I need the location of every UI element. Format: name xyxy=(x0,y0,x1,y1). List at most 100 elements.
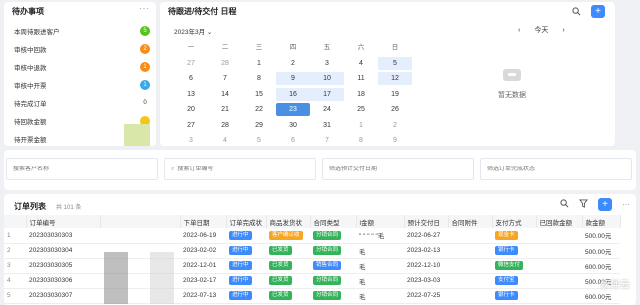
calendar-day[interactable]: 24 xyxy=(310,103,344,116)
calendar-day[interactable]: 5 xyxy=(242,134,276,147)
calendar-day[interactable]: 31 xyxy=(310,119,344,132)
calendar-day[interactable]: 29 xyxy=(242,119,276,132)
table-cell: 支付宝 xyxy=(492,273,536,289)
calendar-day[interactable]: 8 xyxy=(242,72,276,85)
calendar-week: 13 14 15 16 17 18 19 xyxy=(174,87,414,103)
todo-item[interactable]: 审核中退款 1 xyxy=(4,58,156,76)
calendar-week: 20 21 22 23 24 25 26 xyxy=(174,102,414,118)
calendar-day[interactable]: 3 xyxy=(310,57,344,70)
table-body: 1 202303030303 2022-06-19 进行中 客户确认收 分销合同 " " "… xyxy=(4,228,620,304)
calendar-day[interactable]: 1 xyxy=(344,119,378,132)
calendar-day[interactable]: 9 xyxy=(378,134,412,147)
calendar-day[interactable]: 7 xyxy=(310,134,344,147)
calendar-day[interactable]: 4 xyxy=(208,134,242,147)
done-tag: 进行中 xyxy=(229,276,252,285)
todo-item[interactable]: 审核中开票 1 xyxy=(4,76,156,94)
table-row[interactable]: 5 202303030307 2022-07-13 进行中 已发货 分销合同 毛 2022-0… xyxy=(4,288,620,304)
todo-item[interactable]: 待完成订单 0 xyxy=(4,94,156,112)
calendar-day[interactable]: 28 xyxy=(208,119,242,132)
search-icon[interactable] xyxy=(569,4,583,18)
table-row[interactable]: 3 202303030305 2022-12-01 进行中 已发货 销售合同 毛 2022-1… xyxy=(4,258,620,274)
calendar-day[interactable]: 9 xyxy=(276,72,310,86)
month-selector[interactable]: 2023年3月 ⌄ xyxy=(174,26,212,36)
customer-search-input[interactable] xyxy=(13,166,133,172)
calendar-day[interactable]: 4 xyxy=(344,57,378,70)
table-row[interactable]: 4 202303030306 2023-02-17 进行中 已发货 分销合同 毛 2023-0… xyxy=(4,273,620,289)
column-header[interactable]: 款金额 xyxy=(582,215,621,228)
table-cell: 毛 xyxy=(356,243,404,259)
calendar-day[interactable]: 22 xyxy=(242,103,276,116)
column-header[interactable]: 支付方式 xyxy=(492,215,537,228)
calendar-day[interactable]: 5 xyxy=(378,56,412,70)
calendar-day[interactable]: 15 xyxy=(242,88,276,101)
today-button[interactable]: 今天 xyxy=(534,25,548,35)
more-icon[interactable]: ··· xyxy=(622,200,630,209)
schedule-title: 待跟进/待交付 日程 xyxy=(168,7,237,16)
delivery-date-filter[interactable] xyxy=(322,158,474,180)
calendar-day[interactable]: 13 xyxy=(174,88,208,101)
calendar-day[interactable]: 8 xyxy=(344,134,378,147)
calendar-day[interactable]: 18 xyxy=(344,88,378,101)
order-search-field[interactable]: ⌕ xyxy=(164,158,316,180)
calendar-day[interactable]: 14 xyxy=(208,88,242,101)
customer-search-field[interactable] xyxy=(6,158,158,180)
order-search-input[interactable] xyxy=(177,166,298,172)
calendar-day[interactable]: 20 xyxy=(174,103,208,116)
calendar-day[interactable]: 27 xyxy=(174,119,208,132)
column-header[interactable]: 订单完成状 xyxy=(226,215,267,228)
calendar-day[interactable]: 10 xyxy=(310,72,344,86)
table-cell: 500.00元 xyxy=(582,243,620,259)
next-month-icon[interactable]: › xyxy=(562,27,564,34)
calendar-day[interactable]: 21 xyxy=(208,103,242,116)
calendar-day[interactable]: 1 xyxy=(242,57,276,70)
todo-item[interactable]: 审核中回款 2 xyxy=(4,40,156,58)
done-tag: 进行中 xyxy=(229,291,252,300)
calendar-day[interactable]: 30 xyxy=(276,119,310,132)
column-header[interactable]: 已回款金额 xyxy=(536,215,583,228)
calendar-day[interactable]: 11 xyxy=(344,72,378,85)
column-header[interactable]: 预计交付日 xyxy=(404,215,449,228)
table-cell: 2022-06-19 xyxy=(180,228,226,244)
filter-icon[interactable] xyxy=(579,199,588,210)
filter-bar: ⌕ xyxy=(4,150,636,190)
delivery-date-input[interactable] xyxy=(329,166,449,172)
add-schedule-button[interactable]: + xyxy=(591,4,605,18)
column-header[interactable]: l金额 xyxy=(356,215,405,228)
column-header[interactable] xyxy=(4,215,27,228)
todo-more-button[interactable]: ··· xyxy=(139,4,150,13)
column-header[interactable]: 下单日期 xyxy=(180,215,227,228)
order-status-input[interactable] xyxy=(487,166,607,172)
table-row[interactable]: 1 202303030303 2022-06-19 进行中 客户确认收 分销合同 " " "… xyxy=(4,228,620,244)
calendar-day[interactable]: 2 xyxy=(276,57,310,70)
order-status-filter[interactable] xyxy=(480,158,632,180)
table-cell xyxy=(448,288,492,304)
search-icon[interactable] xyxy=(560,199,569,210)
prev-month-icon[interactable]: ‹ xyxy=(518,27,520,34)
calendar-day[interactable]: 7 xyxy=(208,72,242,85)
calendar-day[interactable]: 16 xyxy=(276,87,310,101)
calendar-day[interactable]: 3 xyxy=(174,134,208,147)
calendar-day[interactable]: 19 xyxy=(378,88,412,101)
calendar-day[interactable]: 6 xyxy=(276,134,310,147)
calendar-day[interactable]: 17 xyxy=(310,87,344,101)
calendar-day[interactable]: 28 xyxy=(208,57,242,70)
table-cell: 已发货 xyxy=(266,258,310,274)
calendar-week: 3456789 xyxy=(174,133,414,149)
table-row[interactable]: 2 202303030304 2023-02-02 进行中 已发货 分销合同 毛 2023-0… xyxy=(4,243,620,259)
calendar-day[interactable]: 27 xyxy=(174,57,208,70)
calendar-day[interactable]: 6 xyxy=(174,72,208,85)
add-order-button[interactable]: + xyxy=(598,198,612,211)
weekday-label: 四 xyxy=(289,44,297,52)
calendar-day[interactable]: 12 xyxy=(378,72,412,86)
column-header[interactable] xyxy=(100,215,181,228)
weekday-label: 六 xyxy=(357,44,365,52)
todo-item[interactable]: 本周待跟进客户 5 xyxy=(4,22,156,40)
column-header[interactable]: 合同附件 xyxy=(448,215,493,228)
column-header[interactable]: 合同类型 xyxy=(310,215,357,228)
column-header[interactable]: 商品发货状 xyxy=(266,215,311,228)
calendar-day[interactable]: 26 xyxy=(378,103,412,116)
calendar-day[interactable]: 23 xyxy=(276,103,310,117)
column-header[interactable]: 订单编号 xyxy=(26,215,101,228)
calendar-day[interactable]: 2 xyxy=(378,119,412,132)
calendar-day[interactable]: 25 xyxy=(344,103,378,116)
